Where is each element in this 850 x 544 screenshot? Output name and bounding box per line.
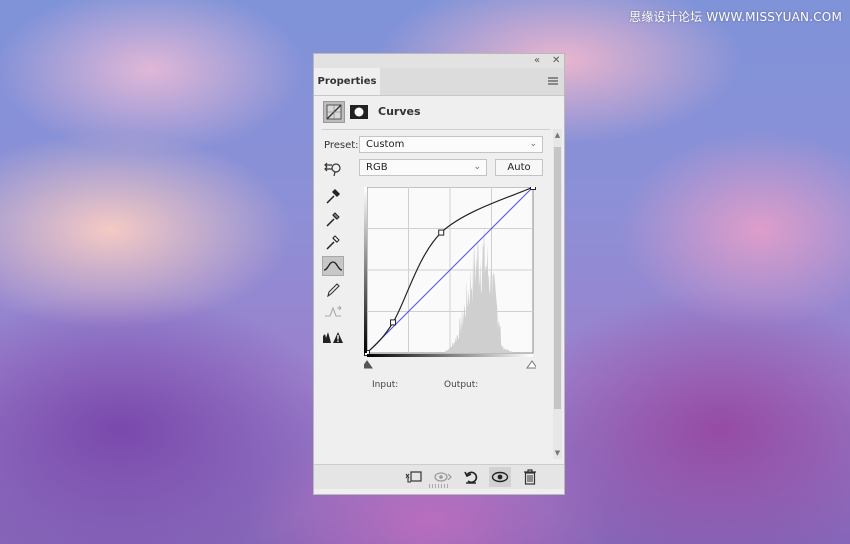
output-label: Output:: [444, 380, 479, 390]
tab-properties[interactable]: Properties: [314, 68, 380, 95]
preset-label: Preset:: [324, 140, 359, 151]
channel-select[interactable]: RGB ⌄: [359, 159, 487, 176]
watermark-text: 思缘设计论坛 WWW.MISSYUAN.COM: [629, 10, 842, 24]
black-point-slider[interactable]: [361, 360, 373, 369]
black-point-eyedropper-icon[interactable]: [322, 186, 344, 206]
divider: [322, 129, 550, 130]
curves-graph-svg[interactable]: [361, 184, 538, 372]
auto-button[interactable]: Auto: [495, 159, 543, 176]
clip-to-layer-icon[interactable]: [402, 467, 424, 487]
scroll-up-icon[interactable]: ▲: [553, 131, 562, 139]
properties-panel: « ✕ Properties Curves Preset: Custom ⌄ R…: [313, 53, 565, 495]
on-image-adjust-icon[interactable]: [322, 158, 344, 178]
smooth-curve-icon[interactable]: [322, 302, 344, 322]
chevron-down-icon: ⌄: [473, 162, 481, 172]
collapse-icon[interactable]: «: [534, 54, 540, 68]
resize-grip[interactable]: [429, 484, 449, 488]
preset-select[interactable]: Custom ⌄: [359, 136, 543, 153]
edit-points-curve-icon[interactable]: [322, 256, 344, 276]
panel-tab-row: Properties: [314, 68, 564, 96]
scrollbar-thumb[interactable]: [554, 147, 561, 409]
pencil-draw-icon[interactable]: [322, 280, 344, 300]
panel-menu-icon[interactable]: [548, 77, 558, 85]
white-point-slider[interactable]: [526, 360, 538, 369]
input-label: Input:: [372, 380, 399, 390]
reset-adjustment-icon[interactable]: [460, 467, 482, 487]
curve-control-point[interactable]: [390, 319, 397, 326]
curves-adjustment-icon[interactable]: [323, 101, 345, 123]
channel-value: RGB: [366, 162, 388, 173]
gray-point-eyedropper-icon[interactable]: [322, 209, 344, 229]
curves-graph[interactable]: [361, 184, 538, 376]
adjustment-header: Curves: [323, 101, 553, 125]
curve-control-point[interactable]: [530, 184, 536, 190]
scroll-down-icon[interactable]: ▼: [553, 449, 562, 457]
layer-mask-icon[interactable]: [348, 101, 370, 123]
preset-value: Custom: [366, 139, 405, 150]
panel-scrollbar[interactable]: ▲ ▼: [553, 129, 562, 459]
white-point-eyedropper-icon[interactable]: [322, 232, 344, 252]
trash-icon[interactable]: [519, 467, 541, 487]
close-icon[interactable]: ✕: [552, 54, 560, 68]
toggle-visibility-icon[interactable]: [489, 467, 511, 487]
input-gradient-bar: [367, 354, 533, 357]
adjustment-title: Curves: [378, 105, 421, 118]
clipping-warning-icon[interactable]: [322, 327, 344, 347]
chevron-down-icon: ⌄: [529, 139, 537, 149]
curve-control-point[interactable]: [438, 229, 445, 236]
output-gradient-bar: [364, 187, 367, 353]
panel-titlebar: « ✕: [314, 54, 564, 68]
panel-footer: [314, 464, 564, 489]
